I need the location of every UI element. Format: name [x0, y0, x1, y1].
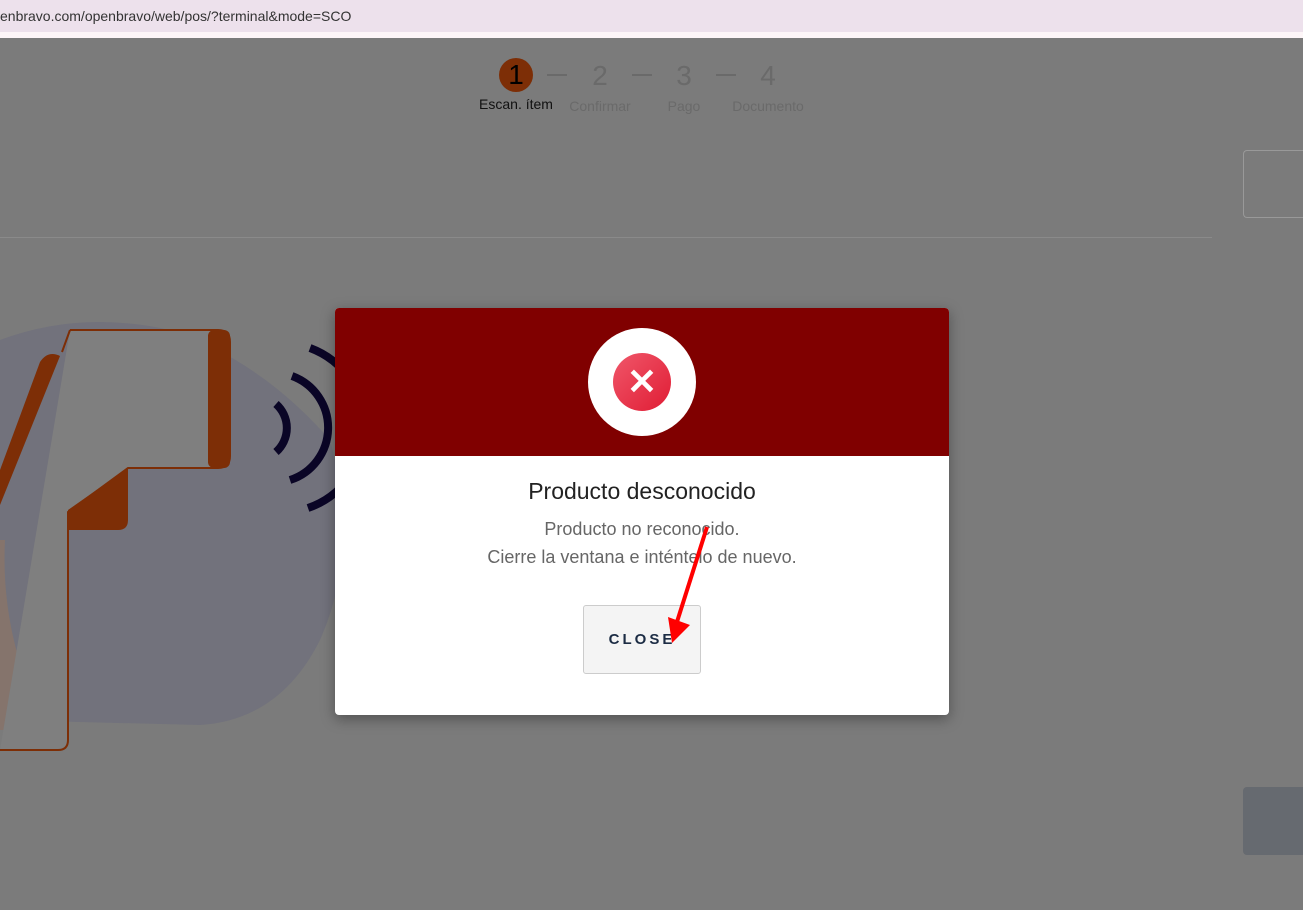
error-x-icon: ✕ [613, 353, 671, 411]
address-bar[interactable]: enbravo.com/openbravo/web/pos/?terminal&… [0, 0, 1303, 32]
step-number: 3 [676, 60, 692, 91]
divider [0, 237, 1212, 238]
dialog-header: ✕ [335, 308, 949, 456]
url-text: enbravo.com/openbravo/web/pos/?terminal&… [0, 8, 352, 24]
step-label: Escan. ítem [479, 96, 553, 112]
step-label: Pago [667, 98, 701, 114]
step-connector [632, 74, 652, 76]
step-confirm: 2 Confirmar [560, 58, 640, 114]
step-number: 2 [592, 60, 608, 91]
step-scan-item: 1 Escan. ítem [470, 58, 562, 112]
dialog-message: Producto no reconocido. Cierre la ventan… [335, 515, 949, 571]
icon-badge: ✕ [588, 328, 696, 436]
side-button-bottom[interactable] [1243, 787, 1303, 855]
side-button-top[interactable] [1243, 150, 1303, 218]
dialog-title: Producto desconocido [528, 478, 756, 504]
message-line-1: Producto no reconocido. [544, 519, 740, 539]
step-label: Confirmar [569, 98, 631, 114]
step-number: 4 [760, 60, 776, 91]
unknown-product-dialog: ✕ Producto desconocido Producto no recon… [335, 308, 949, 715]
message-line-2: Cierre la ventana e inténtelo de nuevo. [487, 547, 797, 567]
step-number: 1 [499, 58, 533, 92]
step-payment: 3 Pago [654, 58, 714, 114]
red-arrow-annotation [668, 526, 709, 643]
step-document: 4 Documento [724, 58, 812, 114]
step-label: Documento [732, 98, 804, 114]
